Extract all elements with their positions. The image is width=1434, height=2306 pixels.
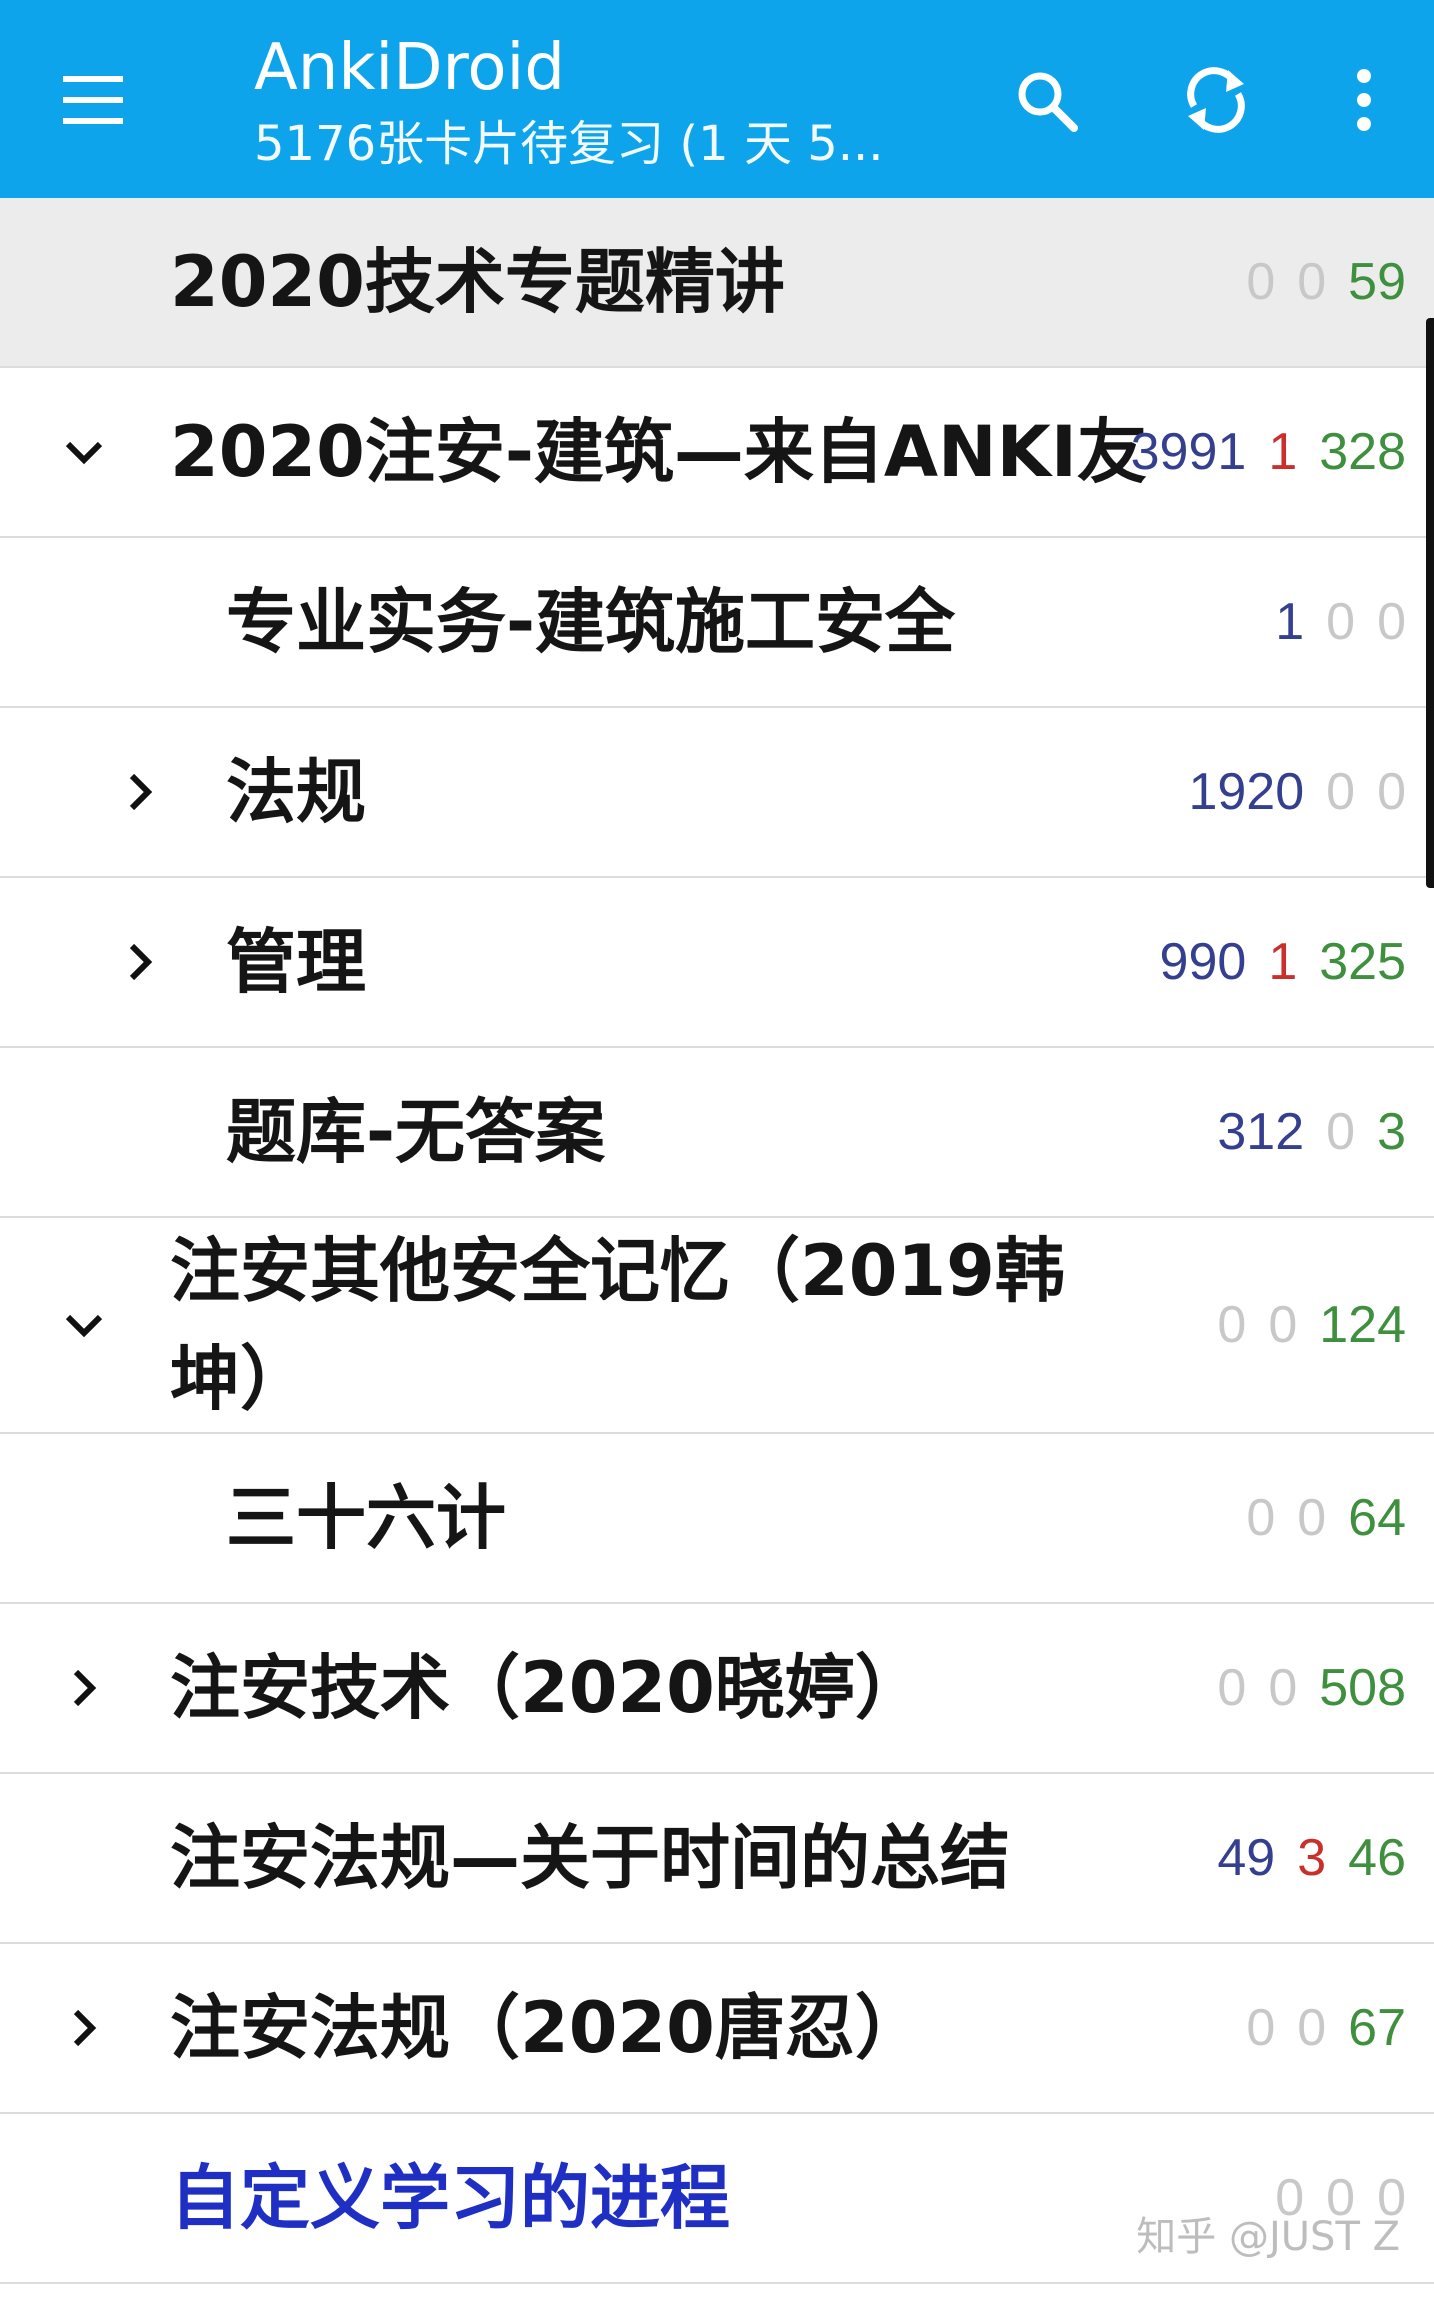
deck-counts: 0 0 67 — [1224, 1998, 1406, 2058]
new-count: 3991 — [1130, 423, 1247, 481]
app-title: AnkiDroid — [254, 31, 565, 105]
deck-counts: 0 0 508 — [1195, 1658, 1406, 1718]
deck-list: 2020技术专题精讲 0 0 59 2020注安-建筑—来自ANKI友 3991 1 3… — [0, 198, 1434, 2284]
learn-count: 1 — [1268, 933, 1298, 991]
new-count: 0 — [1217, 1659, 1247, 1717]
deck-row[interactable]: 三十六计 0 0 64 — [0, 1434, 1434, 1604]
deck-row[interactable]: 专业实务-建筑施工安全 100 — [0, 538, 1434, 708]
learn-count: 0 — [1297, 253, 1327, 311]
chevron-right-icon[interactable] — [56, 1660, 112, 1716]
deck-name: 题库-无答案 — [226, 1091, 606, 1173]
review-count: 0 — [1377, 763, 1406, 821]
deck-name: 注安其他安全记忆（2019韩坤） — [170, 1230, 1065, 1420]
deck-row[interactable]: 管理 990 1 325 — [0, 878, 1434, 1048]
chevron-down-icon[interactable] — [56, 1297, 112, 1353]
review-count: 3 — [1377, 1103, 1406, 1161]
deck-name: 专业实务-建筑施工安全 — [226, 581, 956, 663]
new-count: 0 — [1246, 253, 1276, 311]
new-count: 1 — [1275, 593, 1305, 651]
deck-name: 2020注安-建筑—来自ANKI友 — [170, 411, 1147, 493]
deck-counts: 1920 0 0 — [1166, 762, 1406, 822]
deck-name: 注安技术（2020晓婷） — [170, 1647, 925, 1729]
learn-count: 0 — [1297, 1489, 1327, 1547]
review-count: 328 — [1319, 423, 1406, 481]
chevron-right-icon[interactable] — [112, 764, 168, 820]
review-count: 64 — [1348, 1489, 1406, 1547]
chevron-right-icon[interactable] — [112, 934, 168, 990]
deck-row[interactable]: 注安技术（2020晓婷） 0 0 508 — [0, 1604, 1434, 1774]
learn-count: 0 — [1326, 1103, 1356, 1161]
deck-counts: 0 0 64 — [1224, 1488, 1406, 1548]
deck-counts: 0 0 124 — [1195, 1295, 1406, 1355]
deck-row[interactable]: 注安法规（2020唐忍） 0 0 67 — [0, 1944, 1434, 2114]
learn-count: 0 — [1268, 1659, 1298, 1717]
chevron-down-icon[interactable] — [56, 424, 112, 480]
deck-name: 注安法规—关于时间的总结 — [170, 1817, 1010, 1899]
new-count: 0 — [1246, 1489, 1276, 1547]
deck-name: 法规 — [226, 751, 366, 833]
review-count: 67 — [1348, 1999, 1406, 2057]
new-count: 312 — [1217, 1103, 1305, 1161]
new-count: 49 — [1217, 1829, 1276, 1887]
review-count: 59 — [1348, 253, 1406, 311]
deck-row[interactable]: 2020技术专题精讲 0 0 59 — [0, 198, 1434, 368]
deck-row[interactable]: 注安法规—关于时间的总结 49 3 46 — [0, 1774, 1434, 1944]
app-bar: AnkiDroid 5176张卡片待复习 (1 天 5... — [0, 0, 1434, 198]
deck-row[interactable]: 2020注安-建筑—来自ANKI友 3991 1 328 — [0, 368, 1434, 538]
search-icon[interactable] — [1008, 62, 1084, 138]
deck-row[interactable]: 题库-无答案 312 0 3 — [0, 1048, 1434, 1218]
learn-count: 1 — [1268, 423, 1298, 481]
deck-counts: 49 3 46 — [1195, 1828, 1406, 1888]
chevron-right-icon[interactable] — [56, 2000, 112, 2056]
sync-icon[interactable] — [1178, 62, 1254, 138]
menu-icon[interactable] — [55, 62, 131, 138]
deck-name: 三十六计 — [226, 1477, 506, 1559]
new-count: 1920 — [1188, 763, 1305, 821]
new-count: 0 — [1217, 1296, 1247, 1354]
deck-name: 注安法规（2020唐忍） — [170, 1987, 925, 2069]
new-count: 0 — [1246, 1999, 1276, 2057]
new-count: 990 — [1159, 933, 1247, 991]
review-count: 0 — [1377, 593, 1406, 651]
deck-name: 2020技术专题精讲 — [170, 241, 785, 323]
deck-counts: 100 — [1253, 592, 1406, 652]
deck-counts: 3991 1 328 — [1109, 422, 1406, 482]
app-subtitle: 5176张卡片待复习 (1 天 5... — [254, 116, 884, 172]
review-count: 325 — [1319, 933, 1406, 991]
more-vert-icon[interactable] — [1326, 62, 1402, 138]
deck-name: 管理 — [226, 921, 366, 1003]
review-count: 124 — [1319, 1296, 1406, 1354]
filtered-deck-name: 自定义学习的进程 — [170, 2157, 730, 2239]
learn-count: 0 — [1326, 763, 1356, 821]
review-count: 46 — [1348, 1829, 1406, 1887]
learn-count: 0 — [1326, 593, 1356, 651]
scrollbar[interactable] — [1426, 318, 1434, 888]
deck-counts: 990 1 325 — [1138, 932, 1406, 992]
deck-row[interactable]: 注安其他安全记忆（2019韩坤） 0 0 124 — [0, 1218, 1434, 1434]
deck-row[interactable]: 法规 1920 0 0 — [0, 708, 1434, 878]
deck-counts: 312 0 3 — [1195, 1102, 1406, 1162]
review-count: 508 — [1319, 1659, 1406, 1717]
learn-count: 0 — [1297, 1999, 1327, 2057]
learn-count: 3 — [1297, 1829, 1327, 1887]
learn-count: 0 — [1268, 1296, 1298, 1354]
deck-counts: 0 0 59 — [1224, 252, 1406, 312]
watermark: 知乎 @JUST Z — [1136, 2214, 1400, 2260]
